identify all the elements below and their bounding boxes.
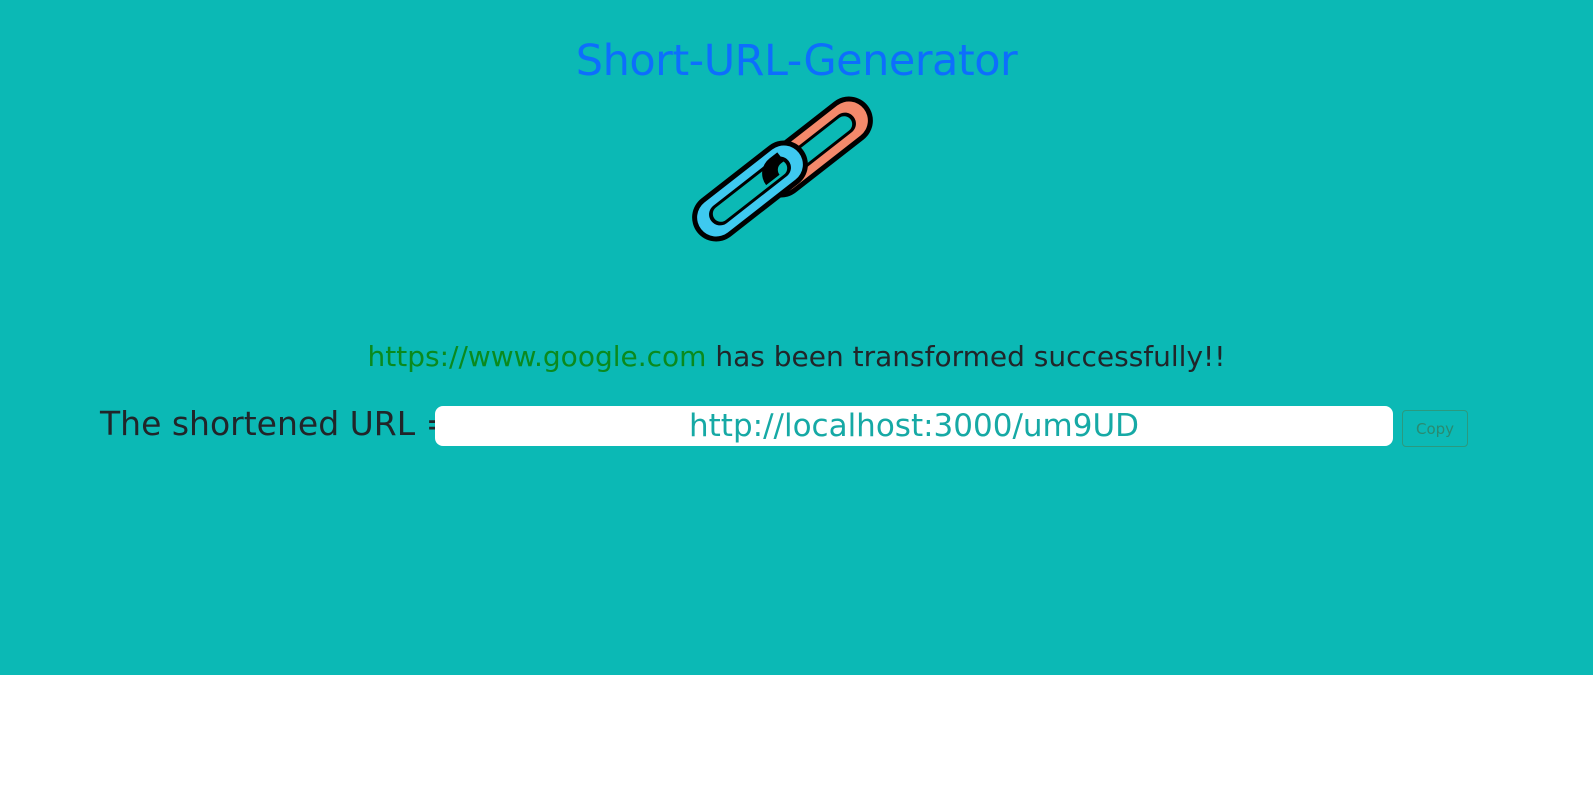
shortened-url-field[interactable]	[435, 406, 1393, 446]
status-text: has been transformed successfully!!	[706, 340, 1226, 373]
transform-status-message: https://www.google.com has been transfor…	[0, 340, 1593, 373]
chain-link-icon	[692, 96, 873, 242]
shortened-url-label: The shortened URL =	[100, 404, 454, 443]
page-title: Short-URL-Generator	[575, 36, 1018, 86]
copy-button[interactable]: Copy	[1402, 410, 1468, 447]
original-url: https://www.google.com	[367, 340, 707, 373]
hero-section: Short-URL-Generator https://www.google.c…	[0, 0, 1593, 675]
